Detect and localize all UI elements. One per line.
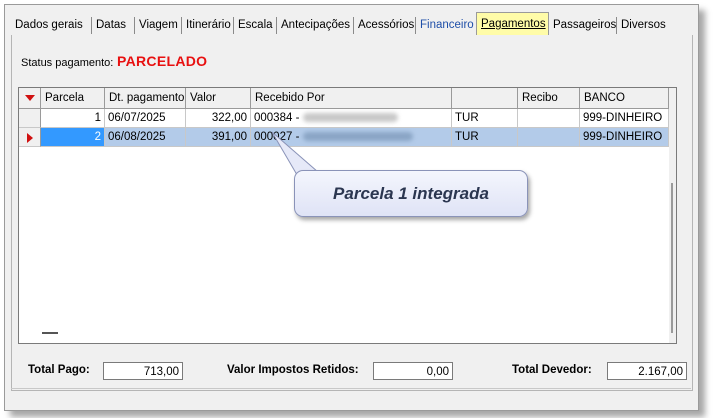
callout-annotation: Parcela 1 integrada — [294, 170, 528, 217]
